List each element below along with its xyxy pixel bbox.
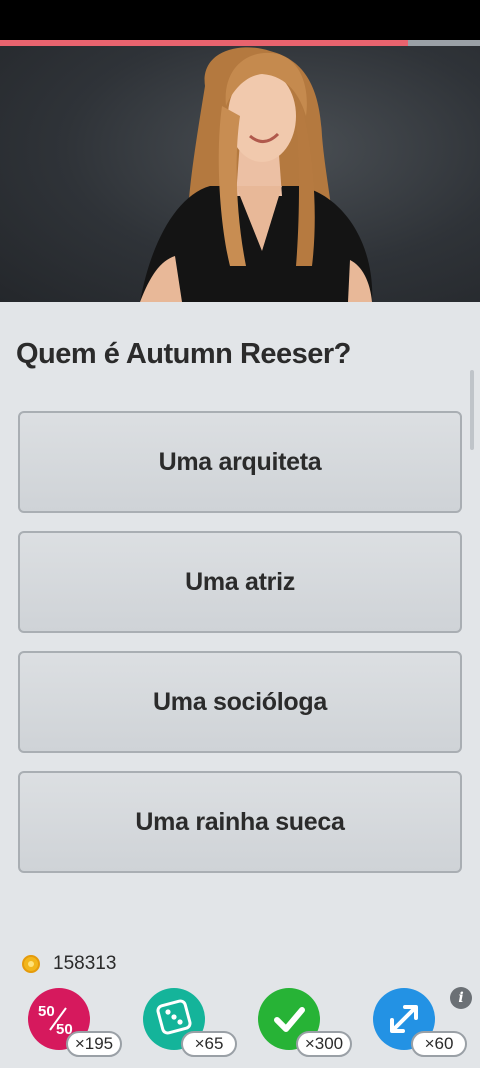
person-photo-illustration: [140, 47, 373, 302]
status-bar: [0, 0, 480, 40]
powerup-bar: 50 50 ×195 ×65 ×300 ×60: [0, 986, 480, 1066]
fifty-fifty-button[interactable]: 50 50 ×195: [28, 988, 128, 1064]
correct-answer-button[interactable]: ×300: [258, 988, 358, 1064]
answer-option-4[interactable]: Uma rainha sueca: [18, 771, 462, 873]
answer-option-1[interactable]: Uma arquiteta: [18, 411, 462, 513]
coin-balance: 158313: [22, 952, 116, 976]
answer-option-2[interactable]: Uma atriz: [18, 531, 462, 633]
coin-value: 158313: [53, 953, 117, 974]
info-icon[interactable]: i: [450, 987, 472, 1009]
dice-button[interactable]: ×65: [143, 988, 243, 1064]
question-photo: [0, 46, 480, 302]
swap-count: ×60: [411, 1031, 467, 1057]
answer-list: Uma arquiteta Uma atriz Uma socióloga Um…: [18, 411, 462, 891]
answer-option-3[interactable]: Uma socióloga: [18, 651, 462, 753]
coin-icon: [22, 955, 40, 973]
fifty-fifty-count: ×195: [66, 1031, 122, 1057]
correct-answer-count: ×300: [296, 1031, 352, 1057]
scrollbar[interactable]: [470, 370, 474, 450]
dice-count: ×65: [181, 1031, 237, 1057]
svg-text:50: 50: [38, 1003, 55, 1020]
question-text: Quem é Autumn Reeser?: [16, 338, 351, 370]
